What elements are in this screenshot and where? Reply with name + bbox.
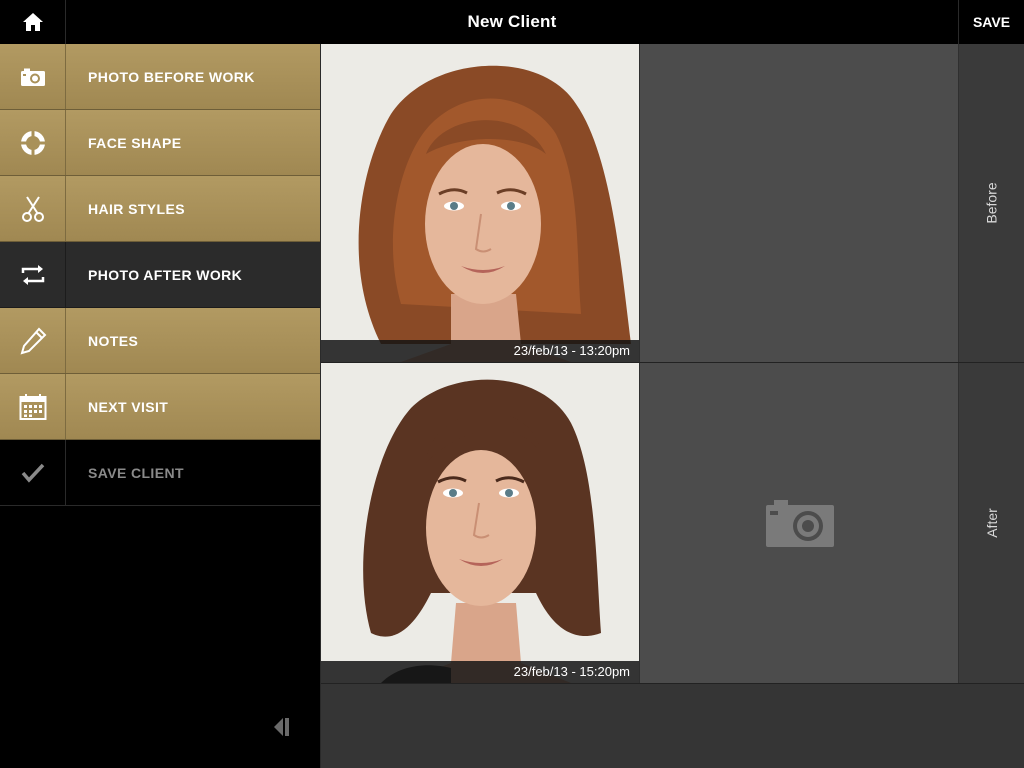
sidebar-item-label: PHOTO AFTER WORK — [88, 266, 243, 283]
photo-timestamp: 23/feb/13 - 15:20pm — [321, 661, 639, 683]
home-icon — [22, 13, 43, 31]
scissors-icon — [0, 176, 66, 241]
sidebar-item-photo-before-work[interactable]: PHOTO BEFORE WORK — [0, 44, 320, 110]
swap-arrows-icon — [0, 242, 66, 307]
after-photo-row: 23/feb/13 - 15:20pm After — [321, 363, 1024, 684]
sidebar-item-label: PHOTO BEFORE WORK — [88, 68, 255, 85]
sidebar-item-photo-after-work[interactable]: PHOTO AFTER WORK — [0, 242, 320, 308]
before-photo-row: 23/feb/13 - 13:20pm Before — [321, 44, 1024, 363]
sidebar-item-label: NOTES — [88, 332, 139, 349]
camera-icon — [765, 500, 834, 547]
face-shape-icon — [0, 110, 66, 175]
before-photo[interactable]: 23/feb/13 - 13:20pm — [321, 44, 639, 362]
home-button[interactable] — [0, 0, 66, 44]
sidebar-item-save-client[interactable]: SAVE CLIENT — [0, 440, 320, 506]
take-after-photo-slot[interactable] — [639, 363, 959, 683]
sidebar-item-label: SAVE CLIENT — [88, 464, 184, 481]
sidebar: PHOTO BEFORE WORK FACE SHAPE HAIR STYLES — [0, 44, 321, 768]
calendar-icon — [0, 374, 66, 439]
sidebar-item-label: HAIR STYLES — [88, 200, 185, 217]
sidebar-item-label: FACE SHAPE — [88, 134, 182, 151]
sidebar-item-notes[interactable]: NOTES — [0, 308, 320, 374]
page-title: New Client — [467, 12, 557, 31]
sidebar-item-hair-styles[interactable]: HAIR STYLES — [0, 176, 320, 242]
collapse-left-icon — [274, 718, 289, 736]
after-tab-label: After — [983, 508, 1000, 538]
portrait-image — [321, 363, 639, 683]
camera-icon — [0, 44, 66, 109]
sidebar-item-next-visit[interactable]: NEXT VISIT — [0, 374, 320, 440]
checkmark-icon — [0, 440, 66, 505]
after-photo[interactable]: 23/feb/13 - 15:20pm — [321, 363, 639, 683]
portrait-image — [321, 44, 639, 362]
after-tab: After — [958, 363, 1024, 683]
photo-comparison-area: 23/feb/13 - 13:20pm Before 23/feb/13 - 1… — [321, 44, 1024, 768]
bottom-bar — [321, 684, 1024, 768]
before-tab: Before — [958, 44, 1024, 362]
sidebar-item-face-shape[interactable]: FACE SHAPE — [0, 110, 320, 176]
save-button[interactable]: SAVE — [958, 0, 1024, 44]
pencil-icon — [0, 308, 66, 373]
top-bar: New Client SAVE — [0, 0, 1024, 45]
photo-timestamp: 23/feb/13 - 13:20pm — [321, 340, 639, 362]
sidebar-item-label: NEXT VISIT — [88, 398, 169, 415]
collapse-sidebar-button[interactable] — [268, 714, 294, 740]
before-photo-slot-empty[interactable] — [639, 44, 959, 362]
before-tab-label: Before — [984, 182, 1000, 224]
